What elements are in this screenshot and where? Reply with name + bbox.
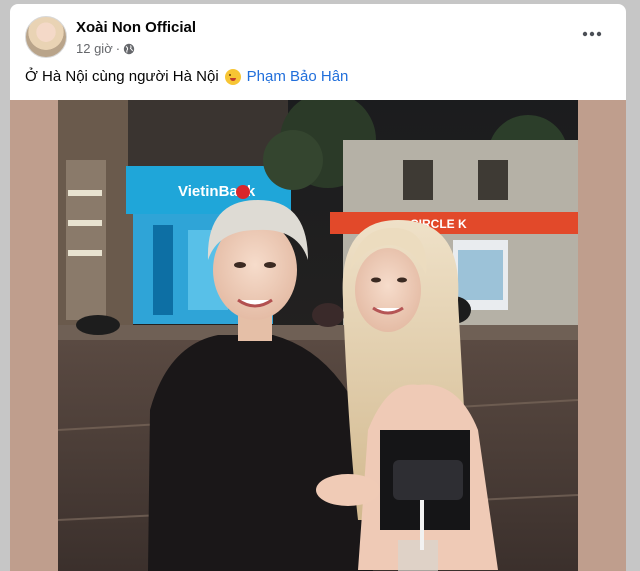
author-avatar[interactable] xyxy=(25,16,67,58)
post-caption: Ở Hà Nội cùng người Hà Nội Phạm Bảo Hân xyxy=(25,68,348,85)
globe-icon[interactable] xyxy=(123,43,135,55)
post-photo[interactable]: VietinBank CIRCLE K xyxy=(58,100,578,571)
caption-text: Ở Hà Nội cùng người Hà Nội xyxy=(25,68,219,85)
post-meta: 12 giờ · xyxy=(76,41,135,56)
post-time[interactable]: 12 giờ xyxy=(76,41,113,56)
rolling-laughing-emoji-icon xyxy=(224,68,241,85)
photo-frame[interactable]: VietinBank CIRCLE K xyxy=(10,100,626,571)
post-card: Xoài Non Official 12 giờ · Ở Hà Nội cùng… xyxy=(10,4,626,571)
post-header: Xoài Non Official 12 giờ · xyxy=(10,4,626,66)
mention-link[interactable]: Phạm Bảo Hân xyxy=(247,68,349,85)
author-name[interactable]: Xoài Non Official xyxy=(76,19,196,36)
meta-separator: · xyxy=(115,41,121,56)
more-options-icon[interactable] xyxy=(580,24,604,44)
